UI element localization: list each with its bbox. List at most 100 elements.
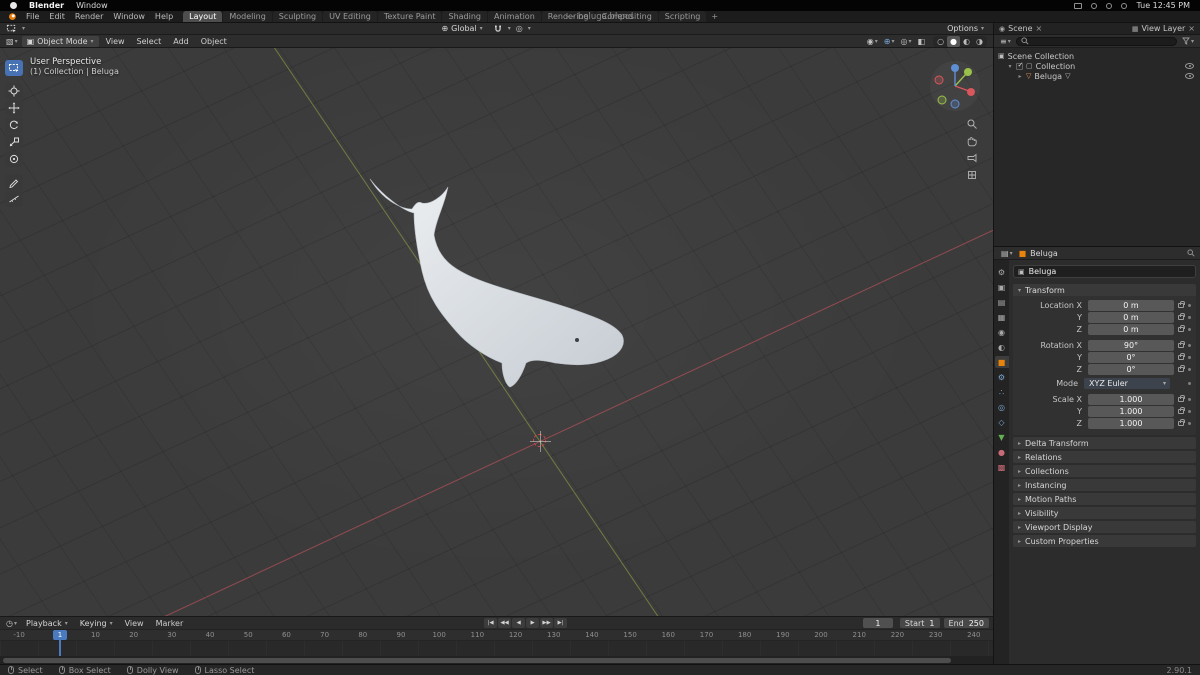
show-overlays-toggle[interactable]: ◎ ▾ xyxy=(899,37,914,46)
add-workspace-button[interactable]: + xyxy=(707,11,722,22)
macos-clock[interactable]: Tue 12:45 PM xyxy=(1136,1,1190,10)
navigation-gizmo[interactable] xyxy=(929,60,981,112)
outliner-row-scene-collection[interactable]: ▣ Scene Collection xyxy=(994,51,1200,61)
shading-wireframe-button[interactable]: ○ xyxy=(934,36,947,47)
current-frame-field[interactable]: 1 xyxy=(862,618,893,628)
zoom-button[interactable] xyxy=(966,118,978,130)
rotation-z-field[interactable]: 0° xyxy=(1088,364,1174,375)
timeline-ruler[interactable]: -100102030405060708090100110120130140150… xyxy=(0,630,993,641)
options-dropdown[interactable]: Options ▾ xyxy=(942,23,989,34)
cursor-tool[interactable] xyxy=(5,83,23,99)
rotation-x-field[interactable]: 90° xyxy=(1088,340,1174,351)
scene-selector[interactable]: Scene xyxy=(1008,24,1032,33)
gizmo-z-neg-axis[interactable] xyxy=(950,99,960,109)
animate-dot[interactable] xyxy=(1188,328,1191,331)
wifi-icon[interactable] xyxy=(1091,2,1098,9)
workspace-tab-sculpting[interactable]: Sculpting xyxy=(272,11,323,22)
tab-view-layer[interactable]: ▦ xyxy=(995,311,1009,323)
lock-icon[interactable] xyxy=(1178,365,1185,372)
rotation-mode-dropdown[interactable]: XYZ Euler xyxy=(1084,378,1170,389)
toggle-ortho-button[interactable] xyxy=(966,169,978,181)
editor-type-button[interactable]: ≡ ▾ xyxy=(998,37,1013,46)
animate-dot[interactable] xyxy=(1188,398,1191,401)
shading-material-button[interactable]: ◐ xyxy=(960,36,973,47)
scale-y-field[interactable]: 1.000 xyxy=(1088,406,1174,417)
workspace-tab-layout[interactable]: Layout xyxy=(183,11,223,22)
animate-dot[interactable] xyxy=(1188,382,1191,385)
tab-constraints[interactable]: ◇ xyxy=(995,416,1009,428)
object-name-field[interactable]: ▣ Beluga xyxy=(1013,265,1196,278)
animate-dot[interactable] xyxy=(1188,422,1191,425)
timeline-marker-menu[interactable]: Marker xyxy=(151,619,189,628)
workspace-tab-scripting[interactable]: Scripting xyxy=(658,11,707,22)
menu-object[interactable]: Object xyxy=(196,37,232,46)
tab-object[interactable]: ■ xyxy=(994,356,1009,368)
start-frame-field[interactable]: Start 1 xyxy=(899,618,940,628)
workspace-tab-shading[interactable]: Shading xyxy=(442,11,487,22)
macos-window-menu[interactable]: Window xyxy=(76,1,108,10)
editor-type-button[interactable]: ◷ ▾ xyxy=(4,619,19,628)
search-icon[interactable] xyxy=(1187,249,1195,257)
panel-visibility[interactable]: ▸ Visibility xyxy=(1013,507,1196,519)
end-frame-field[interactable]: End 250 xyxy=(943,618,989,628)
outliner-row-collection[interactable]: ▾ ▢ Collection xyxy=(994,61,1200,71)
shading-solid-button[interactable]: ● xyxy=(947,35,961,47)
move-tool[interactable] xyxy=(5,100,23,116)
lock-icon[interactable] xyxy=(1178,407,1185,414)
expand-caret-icon[interactable]: ▸ xyxy=(1017,73,1023,80)
tab-scene[interactable]: ◉ xyxy=(995,326,1009,338)
tab-tool[interactable]: ⚙ xyxy=(995,266,1009,278)
macos-app-menu[interactable]: Blender xyxy=(29,1,64,10)
measure-tool[interactable] xyxy=(5,191,23,207)
menu-window[interactable]: Window xyxy=(108,11,150,22)
panel-custom-properties[interactable]: ▸ Custom Properties xyxy=(1013,535,1196,547)
beluga-mesh-object[interactable] xyxy=(348,161,658,441)
animate-dot[interactable] xyxy=(1188,316,1191,319)
blender-logo-icon[interactable] xyxy=(7,12,17,21)
panel-motion-paths[interactable]: ▸ Motion Paths xyxy=(1013,493,1196,505)
rotate-tool[interactable] xyxy=(5,117,23,133)
lock-icon[interactable] xyxy=(1178,395,1185,402)
menu-file[interactable]: File xyxy=(21,11,44,22)
3d-viewport[interactable]: User Perspective (1) Collection | Beluga xyxy=(0,48,993,616)
animate-dot[interactable] xyxy=(1188,344,1191,347)
playhead[interactable]: 1 xyxy=(53,630,67,656)
toggle-xray-button[interactable]: ◧ xyxy=(916,37,928,46)
workspace-tab-animation[interactable]: Animation xyxy=(487,11,541,22)
transform-orientation-dropdown[interactable]: ⊕ Global ▾ xyxy=(436,23,487,34)
gizmo-y-neg-axis[interactable] xyxy=(937,95,947,105)
lock-icon[interactable] xyxy=(1178,353,1185,360)
menu-render[interactable]: Render xyxy=(70,11,108,22)
animate-dot[interactable] xyxy=(1188,410,1191,413)
scale-z-field[interactable]: 1.000 xyxy=(1088,418,1174,429)
panel-collections[interactable]: ▸ Collections xyxy=(1013,465,1196,477)
jump-start-button[interactable]: |◀ xyxy=(484,618,498,628)
tab-material[interactable]: ● xyxy=(995,446,1009,458)
transform-panel-header[interactable]: ▾ Transform xyxy=(1013,284,1196,296)
animate-dot[interactable] xyxy=(1188,368,1191,371)
select-box-tool[interactable] xyxy=(5,60,23,76)
lock-icon[interactable] xyxy=(1178,419,1185,426)
tab-particles[interactable]: ∴ xyxy=(995,386,1009,398)
camera-view-button[interactable] xyxy=(966,152,978,164)
transform-tool[interactable] xyxy=(5,151,23,167)
keying-menu[interactable]: Keying ▾ xyxy=(75,618,118,629)
proportional-editing-icon[interactable]: ◎ xyxy=(514,24,525,33)
gizmo-x-axis[interactable] xyxy=(967,88,975,96)
unlink-scene-icon[interactable]: × xyxy=(1036,24,1043,33)
battery-icon[interactable] xyxy=(1074,2,1083,9)
prev-keyframe-button[interactable]: ◀◀ xyxy=(498,618,512,628)
editor-type-button[interactable]: ▤ ▾ xyxy=(999,249,1015,258)
object-visibility-dropdown[interactable]: ◉ ▾ xyxy=(865,37,880,46)
show-gizmos-toggle[interactable]: ⊕ ▾ xyxy=(882,37,897,46)
animate-dot[interactable] xyxy=(1188,304,1191,307)
scale-x-field[interactable]: 1.000 xyxy=(1088,394,1174,405)
filter-icon[interactable]: ▾ xyxy=(1180,37,1196,45)
jump-end-button[interactable]: ▶| xyxy=(554,618,568,628)
lock-icon[interactable] xyxy=(1178,301,1185,308)
collection-checkbox[interactable] xyxy=(1016,61,1023,70)
lock-icon[interactable] xyxy=(1178,313,1185,320)
location-y-field[interactable]: 0 m xyxy=(1088,312,1174,323)
tab-render[interactable]: ▣ xyxy=(995,281,1009,293)
location-x-field[interactable]: 0 m xyxy=(1088,300,1174,311)
